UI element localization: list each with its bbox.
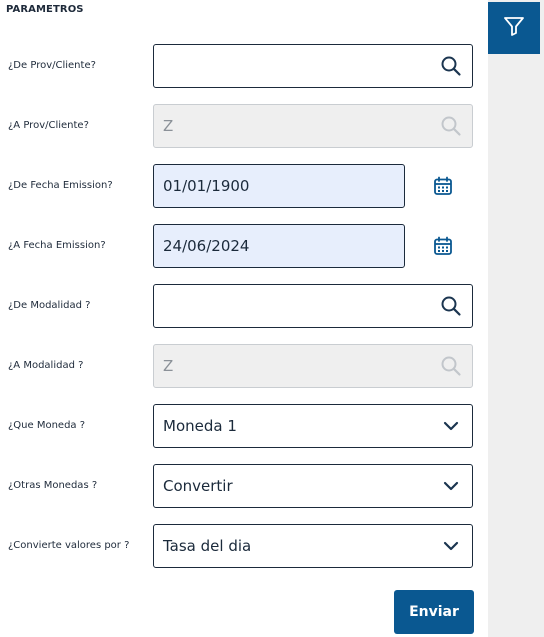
sidebar — [488, 0, 544, 637]
row-a-fecha-emission: ¿A Fecha Emission? 24/06/2024 — [0, 224, 488, 268]
row-de-modalidad: ¿De Modalidad ? — [0, 284, 488, 328]
section-title: PARAMETROS — [6, 4, 84, 15]
convierte-valores-select[interactable]: Tasa del dia — [153, 524, 473, 568]
otras-monedas-value: Convertir — [163, 477, 233, 495]
calendar-icon[interactable] — [432, 235, 454, 257]
de-prov-cliente-input[interactable] — [153, 44, 473, 88]
search-icon — [440, 115, 462, 137]
a-prov-cliente-input[interactable]: Z — [153, 104, 473, 148]
que-moneda-select[interactable]: Moneda 1 — [153, 404, 473, 448]
row-otras-monedas: ¿Otras Monedas ? Convertir — [0, 464, 488, 508]
de-fecha-emission-input[interactable]: 01/01/1900 — [153, 164, 405, 208]
row-a-modalidad: ¿A Modalidad ? Z — [0, 344, 488, 388]
que-moneda-value: Moneda 1 — [163, 417, 237, 435]
chevron-down-icon[interactable] — [440, 475, 462, 497]
que-moneda-label: ¿Que Moneda ? — [8, 420, 86, 431]
filter-button[interactable] — [488, 2, 540, 54]
chevron-down-icon[interactable] — [440, 415, 462, 437]
row-de-fecha-emission: ¿De Fecha Emission? 01/01/1900 — [0, 164, 488, 208]
de-prov-cliente-label: ¿De Prov/Cliente? — [8, 60, 96, 71]
row-convierte-valores: ¿Convierte valores por ? Tasa del dia — [0, 524, 488, 568]
search-icon[interactable] — [440, 55, 462, 77]
a-fecha-emission-input[interactable]: 24/06/2024 — [153, 224, 405, 268]
row-que-moneda: ¿Que Moneda ? Moneda 1 — [0, 404, 488, 448]
otras-monedas-select[interactable]: Convertir — [153, 464, 473, 508]
de-modalidad-label: ¿De Modalidad ? — [8, 300, 91, 311]
otras-monedas-label: ¿Otras Monedas ? — [8, 480, 98, 491]
filter-icon — [502, 14, 526, 42]
convierte-valores-value: Tasa del dia — [163, 537, 252, 555]
de-fecha-emission-value: 01/01/1900 — [163, 177, 250, 195]
a-modalidad-label: ¿A Modalidad ? — [8, 360, 84, 371]
a-prov-cliente-value: Z — [163, 117, 174, 135]
search-icon[interactable] — [440, 295, 462, 317]
de-modalidad-input[interactable] — [153, 284, 473, 328]
a-fecha-emission-label: ¿A Fecha Emission? — [8, 240, 106, 251]
search-icon — [440, 355, 462, 377]
a-prov-cliente-label: ¿A Prov/Cliente? — [8, 120, 89, 131]
de-fecha-emission-label: ¿De Fecha Emission? — [8, 180, 113, 191]
row-de-prov-cliente: ¿De Prov/Cliente? — [0, 44, 488, 88]
enviar-button[interactable]: Enviar — [394, 590, 474, 634]
a-modalidad-input[interactable]: Z — [153, 344, 473, 388]
row-a-prov-cliente: ¿A Prov/Cliente? Z — [0, 104, 488, 148]
convierte-valores-label: ¿Convierte valores por ? — [8, 540, 130, 551]
calendar-icon[interactable] — [432, 175, 454, 197]
a-fecha-emission-value: 24/06/2024 — [163, 237, 250, 255]
a-modalidad-value: Z — [163, 357, 174, 375]
chevron-down-icon[interactable] — [440, 535, 462, 557]
